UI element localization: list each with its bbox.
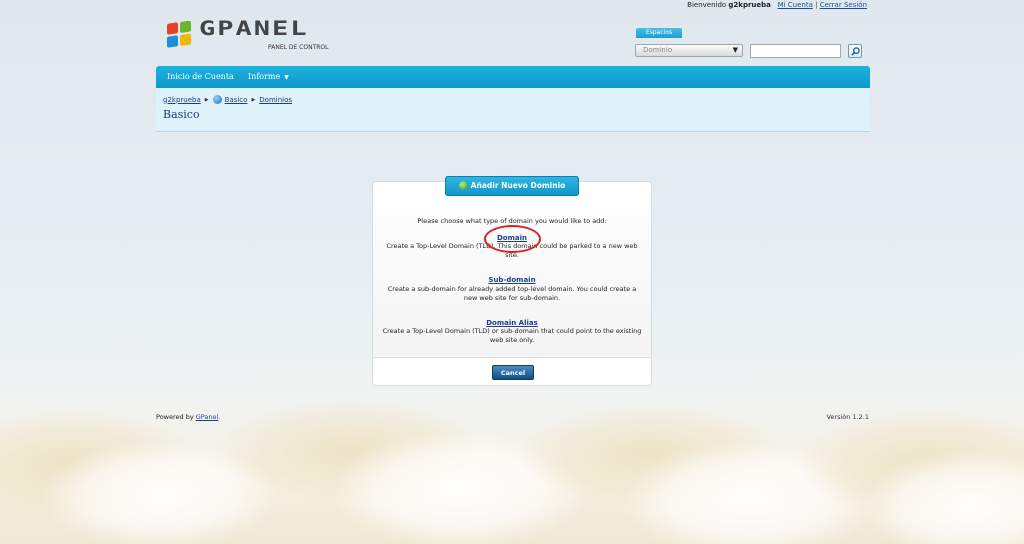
user-bar: Bienvenido g2kprueba Mi Cuenta | Cerrar … — [687, 1, 867, 9]
breadcrumb-arrow-icon: ▶ — [251, 96, 256, 103]
logout-link[interactable]: Cerrar Sesión — [820, 1, 867, 9]
breadcrumb: g2kprueba ▶ Basico ▶ Dominios — [163, 95, 292, 104]
subdomain-option-label: Sub-domain — [488, 276, 536, 284]
breadcrumb-domains[interactable]: Dominios — [259, 96, 292, 104]
nav-item-report[interactable]: Informe ▼ — [248, 66, 289, 88]
dialog-title: Añadir Nuevo Dominio — [445, 176, 579, 196]
username: g2kprueba — [728, 1, 771, 9]
globe-add-icon — [458, 181, 468, 190]
dialog-body: Please choose what type of domain you wo… — [373, 182, 651, 358]
logo-subtitle: PANEL DE CONTROL — [268, 44, 329, 51]
space-select-value: Dominio — [643, 46, 673, 54]
add-domain-dialog: Please choose what type of domain you wo… — [372, 176, 652, 386]
globe-icon — [212, 95, 222, 104]
subdomain-option-description: Create a sub-domain for already added to… — [387, 285, 637, 302]
logo-text: GPANEL — [199, 17, 309, 41]
search-icon — [851, 47, 860, 56]
domain-alias-option-description: Create a Top-Level Domain (TLD) or sub-d… — [382, 327, 642, 344]
domain-alias-option-label: Domain Alias — [486, 319, 538, 327]
powered-prefix: Powered by — [156, 413, 194, 421]
space-select[interactable]: Dominio ▼ — [635, 44, 743, 57]
logo[interactable]: GPANEL PANEL DE CONTROL — [167, 17, 329, 51]
nav-item-label: Informe — [248, 72, 281, 81]
page-header: g2kprueba ▶ Basico ▶ Dominios Basico — [156, 88, 870, 132]
page-title: Basico — [163, 108, 200, 121]
windows-flag-icon — [167, 20, 193, 50]
welcome-text: Bienvenido — [687, 1, 727, 9]
domain-alias-option-link[interactable]: Domain Alias — [373, 319, 651, 327]
caret-down-icon: ▼ — [284, 74, 289, 81]
clouds-background — [0, 400, 1024, 544]
breadcrumb-user[interactable]: g2kprueba — [163, 96, 201, 104]
dropdown-arrow-icon: ▼ — [732, 46, 738, 54]
my-account-link[interactable]: Mi Cuenta — [778, 1, 813, 9]
nav-item-account-home[interactable]: Inicio de Cuenta — [167, 66, 234, 88]
highlight-circle — [484, 225, 541, 253]
cancel-button[interactable]: Cancel — [492, 365, 534, 380]
search-button[interactable] — [848, 44, 862, 58]
breadcrumb-arrow-icon: ▶ — [204, 96, 209, 103]
search-input[interactable] — [750, 44, 841, 58]
nav-item-label: Inicio de Cuenta — [167, 72, 234, 81]
powered-suffix: . — [218, 413, 221, 421]
subdomain-option-link[interactable]: Sub-domain — [373, 276, 651, 284]
dialog-title-text: Añadir Nuevo Dominio — [470, 181, 566, 190]
spaces-tab: Espacios — [636, 28, 682, 38]
gpanel-link[interactable]: GPanel — [196, 413, 219, 421]
version-label: Versión 1.2.1 — [826, 413, 869, 421]
powered-by: Powered by GPanel. — [156, 413, 220, 421]
main-nav: Inicio de Cuenta Informe ▼ — [156, 66, 870, 88]
breadcrumb-basic[interactable]: Basico — [225, 96, 248, 104]
separator: | — [815, 1, 818, 9]
